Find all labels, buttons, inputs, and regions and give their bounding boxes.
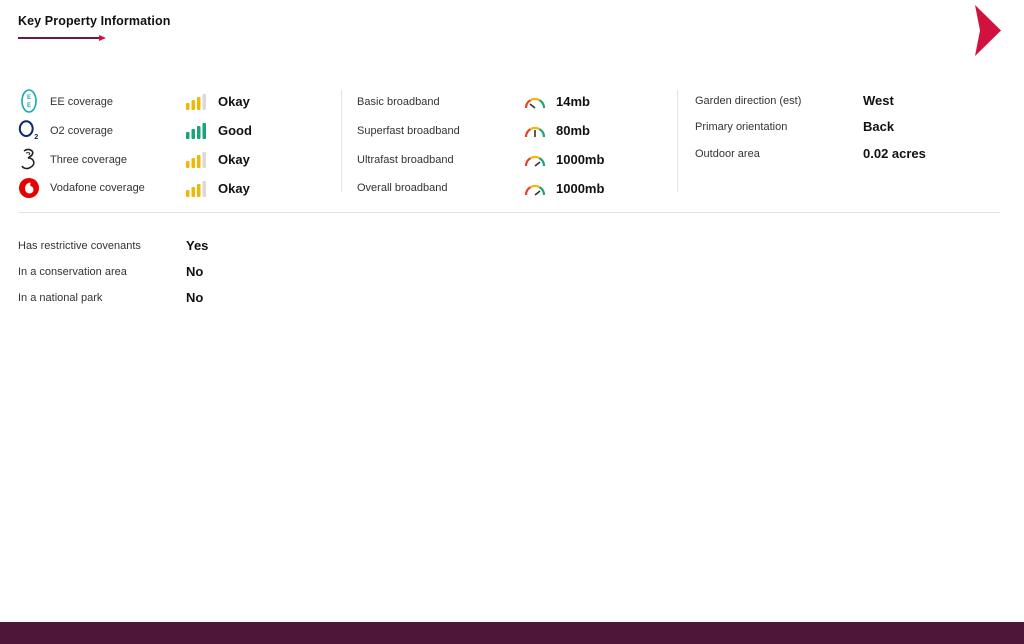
speed-gauge-low-icon	[524, 97, 546, 109]
restrictive-covenants-label: Has restrictive covenants	[18, 240, 141, 252]
conservation-area-value: No	[186, 263, 204, 279]
primary-orientation-value: Back	[863, 118, 895, 134]
outdoor-area-label: Outdoor area	[695, 148, 760, 160]
footer-bar	[0, 622, 1024, 644]
ee-coverage-label: EE coverage	[50, 96, 113, 108]
page-title: Key Property Information	[18, 14, 171, 28]
ee-signal-icon	[186, 94, 206, 110]
column-divider	[341, 90, 342, 192]
three-coverage-value: Okay	[218, 151, 250, 167]
speed-gauge-medium-icon	[524, 126, 546, 138]
basic-broadband-value: 14mb	[556, 93, 590, 109]
brand-logo-icon	[975, 5, 1001, 56]
superfast-broadband-value: 80mb	[556, 122, 590, 138]
national-park-label: In a national park	[18, 292, 103, 304]
vodafone-coverage-value: Okay	[218, 180, 250, 196]
three-signal-icon	[186, 152, 206, 168]
three-logo-icon	[18, 148, 40, 170]
restrictive-covenants-value: Yes	[186, 237, 209, 253]
svg-text:E: E	[27, 103, 31, 109]
overall-broadband-value: 1000mb	[556, 180, 605, 196]
o2-logo-icon: 2	[18, 119, 40, 141]
o2-signal-icon	[186, 123, 206, 139]
ee-logo-icon: E E	[18, 89, 40, 113]
garden-direction-value: West	[863, 92, 894, 108]
national-park-value: No	[186, 289, 204, 305]
conservation-area-label: In a conservation area	[18, 266, 127, 278]
vodafone-logo-icon	[18, 177, 40, 199]
section-divider	[18, 212, 1000, 213]
speed-gauge-high-icon	[524, 155, 546, 167]
ultrafast-broadband-value: 1000mb	[556, 151, 605, 167]
o2-coverage-label: O2 coverage	[50, 125, 113, 137]
ee-coverage-value: Okay	[218, 93, 250, 109]
svg-text:E: E	[27, 95, 31, 101]
column-divider	[677, 90, 678, 192]
title-underline	[18, 37, 100, 39]
outdoor-area-value: 0.02 acres	[863, 145, 926, 161]
basic-broadband-label: Basic broadband	[357, 96, 440, 108]
overall-broadband-label: Overall broadband	[357, 182, 448, 194]
three-coverage-label: Three coverage	[50, 154, 128, 166]
garden-direction-label: Garden direction (est)	[695, 95, 802, 107]
ultrafast-broadband-label: Ultrafast broadband	[357, 154, 454, 166]
vodafone-signal-icon	[186, 181, 206, 197]
speed-gauge-high-icon	[524, 184, 546, 196]
svg-text:2: 2	[34, 132, 38, 141]
title-underline-arrow	[99, 34, 106, 41]
primary-orientation-label: Primary orientation	[695, 121, 788, 133]
superfast-broadband-label: Superfast broadband	[357, 125, 460, 137]
o2-coverage-value: Good	[218, 122, 252, 138]
vodafone-coverage-label: Vodafone coverage	[50, 182, 145, 194]
